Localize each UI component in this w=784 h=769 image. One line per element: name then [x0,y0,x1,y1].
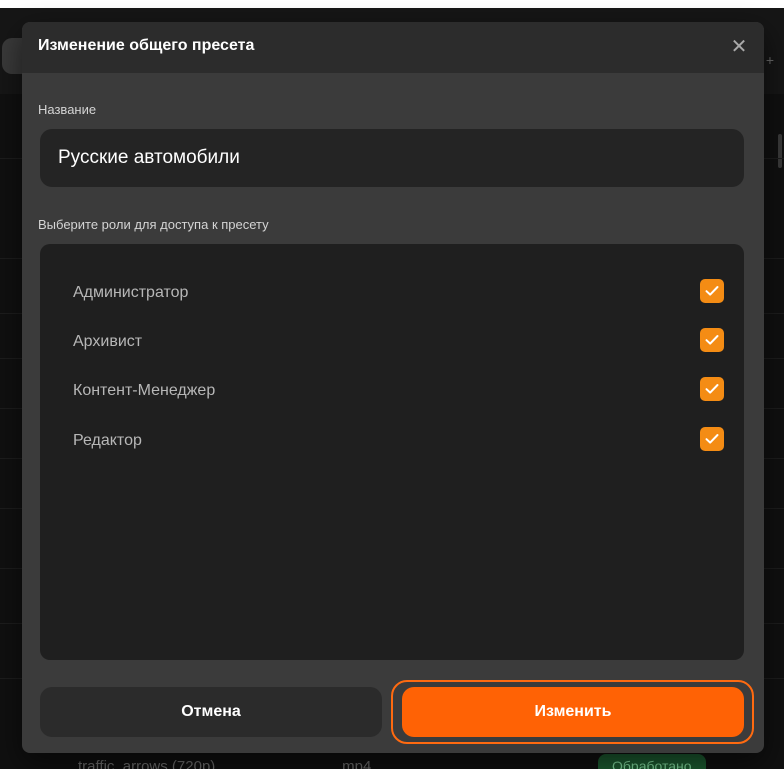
submit-button[interactable]: Изменить [402,687,744,737]
background-scrollbar [778,134,782,168]
role-label: Редактор [73,432,142,449]
role-checkbox[interactable] [700,427,724,451]
close-icon[interactable]: ✕ [728,36,750,58]
check-icon [705,335,719,345]
background-file-name: traffic_arrows (720p) [78,758,216,769]
name-label: Название [38,102,97,117]
role-label: Контент-Менеджер [73,382,216,399]
plus-icon: + [765,52,774,68]
role-checkbox[interactable] [700,377,724,401]
check-icon [705,286,719,296]
check-icon [705,434,719,444]
background-file-extension: .mp4 [338,758,372,769]
check-icon [705,384,719,394]
edit-preset-dialog: Изменение общего пресета ✕ Название Выбе… [22,22,764,753]
role-checkbox[interactable] [700,328,724,352]
role-label: Администратор [73,284,189,301]
dialog-header: Изменение общего пресета ✕ [22,22,764,73]
roles-label: Выберите роли для доступа к пресету [38,217,269,232]
cancel-button[interactable]: Отмена [40,687,382,737]
role-item-administrator[interactable]: Администратор [40,279,744,309]
roles-list: Администратор Архивист Контент-Менеджер [40,244,744,660]
role-item-content-manager[interactable]: Контент-Менеджер [40,377,744,407]
role-item-editor[interactable]: Редактор [40,427,744,457]
preset-name-input[interactable] [40,129,744,187]
role-label: Архивист [73,333,143,350]
dialog-title: Изменение общего пресета [38,37,255,54]
role-item-archivist[interactable]: Архивист [40,328,744,358]
background-status-badge: Обработано [598,754,706,769]
role-checkbox[interactable] [700,279,724,303]
